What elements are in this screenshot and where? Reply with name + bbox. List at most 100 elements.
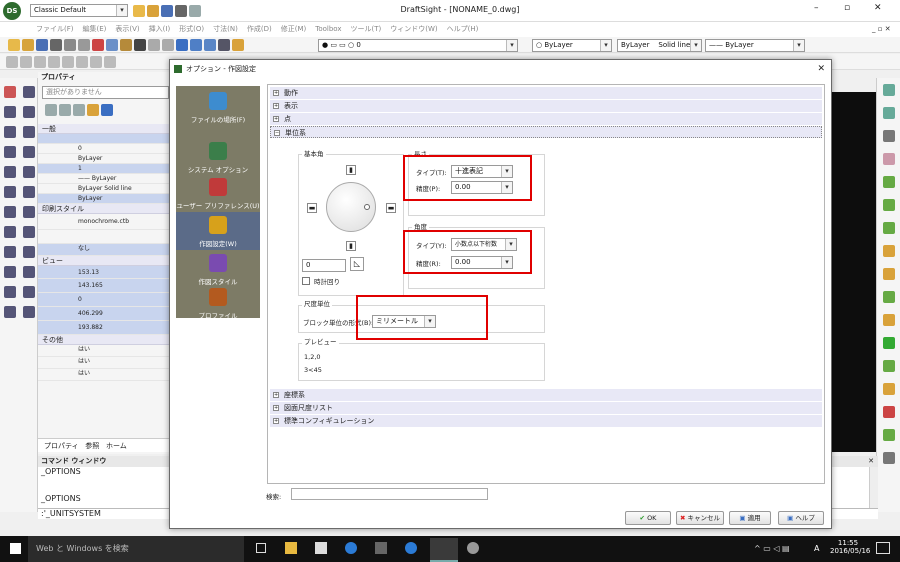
etrack-icon[interactable] [62, 56, 74, 68]
ok-button[interactable]: ✔ OK [625, 511, 671, 525]
document-window-controls[interactable]: _ ▫ ✕ [872, 22, 891, 37]
line-icon[interactable] [4, 86, 16, 98]
layer-on-icon[interactable] [883, 291, 895, 303]
move-icon[interactable] [4, 266, 16, 278]
dialog-close-button[interactable]: ✕ [817, 60, 825, 78]
scale-icon[interactable] [4, 286, 16, 298]
apply-button[interactable]: ▣ 適用 [729, 511, 771, 525]
nav-profiles[interactable]: プロファイル [176, 284, 260, 320]
property-row[interactable] [38, 134, 172, 144]
section-scale-list[interactable]: + 図面尺度リスト [270, 402, 822, 414]
group-view[interactable]: ビュー [38, 256, 172, 266]
zoom-window-icon[interactable] [204, 39, 216, 51]
menu-dimension[interactable]: 寸法(N) [213, 22, 238, 37]
check-icon[interactable] [883, 337, 895, 349]
copy-icon[interactable] [106, 39, 118, 51]
linetype-select[interactable]: ByLayer Solid line ▾ [617, 39, 702, 52]
drawing-canvas[interactable] [825, 92, 876, 452]
esnap-icon[interactable] [48, 56, 60, 68]
block-icon[interactable] [4, 186, 16, 198]
property-row[interactable]: 193.882 [38, 321, 172, 335]
layer-prev-icon[interactable] [883, 429, 895, 441]
file-explorer-icon[interactable] [285, 542, 297, 554]
layer-walk-icon[interactable] [883, 360, 895, 372]
edit-icon[interactable] [883, 84, 895, 96]
minimize-button[interactable]: – [814, 3, 819, 13]
grid-icon[interactable] [218, 39, 230, 51]
angle-east-button[interactable]: ▬ [386, 203, 396, 213]
measure-icon[interactable] [883, 153, 895, 165]
undo-icon[interactable] [148, 39, 160, 51]
property-row[interactable]: なし [38, 244, 172, 256]
store-icon[interactable] [315, 542, 327, 554]
tab-properties[interactable]: プロパティ [44, 442, 79, 450]
menu-draw[interactable]: 作成(D) [247, 22, 272, 37]
circle-icon[interactable] [23, 106, 35, 118]
menu-help[interactable]: ヘルプ(H) [447, 22, 479, 37]
app-logo-icon[interactable]: DS [3, 2, 21, 20]
open-icon[interactable] [22, 39, 34, 51]
property-row[interactable]: ByLayer [38, 194, 172, 204]
new-icon[interactable] [8, 39, 20, 51]
property-row[interactable]: ByLayer [38, 154, 172, 164]
dimension-icon[interactable] [4, 246, 16, 258]
layer-lock-icon[interactable] [883, 268, 895, 280]
help-icon[interactable] [101, 104, 113, 116]
workspace-select[interactable]: Classic Default ▾ [30, 4, 128, 17]
lweight-icon[interactable] [76, 56, 88, 68]
nav-drafting-settings[interactable]: 作図設定(W) [176, 212, 260, 250]
menu-file[interactable]: ファイル(F) [36, 22, 74, 37]
layer-select[interactable]: ● ▭ ▭ ○ 0 ▾ [318, 39, 518, 52]
extend-icon[interactable] [23, 306, 35, 318]
section-coordinates[interactable]: + 座標系 [270, 389, 822, 401]
menu-insert[interactable]: 挿入(I) [149, 22, 171, 37]
point-icon[interactable] [4, 166, 16, 178]
property-row[interactable]: 0 [38, 144, 172, 154]
notification-icon[interactable] [876, 542, 890, 554]
layer-state-icon[interactable] [883, 452, 895, 464]
rotate-icon[interactable] [23, 266, 35, 278]
new-icon[interactable] [133, 5, 145, 17]
group-general[interactable]: 一般 [38, 124, 172, 134]
print-icon[interactable] [50, 39, 62, 51]
section-display[interactable]: + 表示 [270, 100, 822, 112]
section-behavior[interactable]: + 動作 [270, 87, 822, 99]
edge-icon[interactable] [345, 542, 357, 554]
layer-green-icon[interactable] [883, 176, 895, 188]
property-row[interactable]: 1 [38, 164, 172, 174]
layer-merge-icon[interactable] [883, 383, 895, 395]
task-view-icon[interactable] [256, 543, 266, 553]
brush-icon[interactable] [134, 39, 146, 51]
menu-tools[interactable]: ツール(T) [351, 22, 382, 37]
menu-toolbox[interactable]: Toolbox [315, 22, 341, 37]
scissors-icon[interactable] [883, 130, 895, 142]
property-row[interactable]: はい [38, 345, 172, 357]
ie-icon[interactable] [405, 542, 417, 554]
section-standards[interactable]: + 標準コンフィギュレーション [270, 415, 822, 427]
pan-icon[interactable] [176, 39, 188, 51]
pick-angle-icon[interactable]: ◺ [350, 257, 364, 271]
section-point[interactable]: + 点 [270, 113, 822, 125]
polar-icon[interactable] [34, 56, 46, 68]
cut-icon[interactable] [92, 39, 104, 51]
layer-manager-icon[interactable] [232, 39, 244, 51]
dial-handle-icon[interactable] [364, 204, 370, 210]
app-task-icon[interactable] [467, 542, 479, 554]
select-icon[interactable] [59, 104, 71, 116]
menu-format[interactable]: 形式(O) [179, 22, 204, 37]
polygon-icon[interactable] [23, 126, 35, 138]
nosnap-icon[interactable] [104, 56, 116, 68]
snap-icon[interactable] [6, 56, 18, 68]
property-row[interactable]: 153.13 [38, 266, 172, 279]
property-row[interactable] [38, 230, 172, 244]
preview-icon[interactable] [78, 39, 90, 51]
media-icon[interactable] [375, 542, 387, 554]
property-row[interactable]: —— ByLayer [38, 174, 172, 184]
help-button[interactable]: ▣ ヘルプ [778, 511, 824, 525]
pen-icon[interactable] [883, 107, 895, 119]
layer-icon[interactable] [87, 104, 99, 116]
group-print-style[interactable]: 印刷スタイル [38, 204, 172, 214]
nav-file-locations[interactable]: ファイルの場所(F) [176, 86, 260, 138]
quick-select-icon[interactable] [73, 104, 85, 116]
nav-system-options[interactable]: システム オプション [176, 138, 260, 174]
